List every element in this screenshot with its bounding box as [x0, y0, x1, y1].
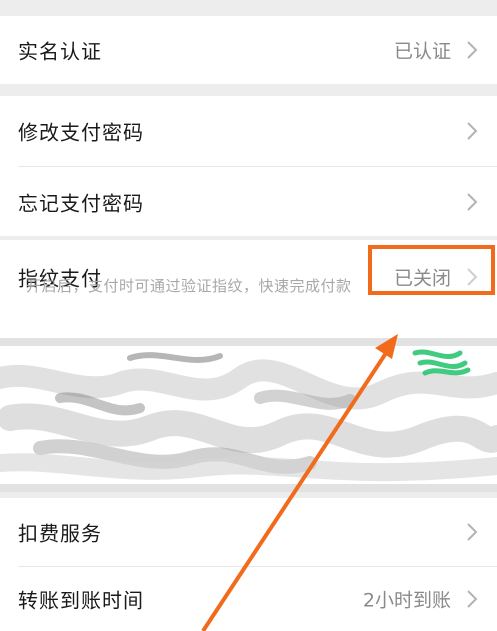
- row-forget-password[interactable]: 忘记支付密码: [0, 167, 497, 236]
- chevron-right-icon: [467, 41, 478, 59]
- section-identity: 实名认证 已认证: [0, 16, 497, 84]
- realname-label: 实名认证: [18, 39, 102, 64]
- transfer-time-value: 2小时到账: [362, 589, 451, 612]
- row-deduction-service[interactable]: 扣费服务: [0, 498, 497, 566]
- fingerprint-hint: 开启后，支付时可通过验证指纹，快速完成付款: [26, 277, 352, 295]
- row-realname-verification[interactable]: 实名认证 已认证: [0, 16, 497, 84]
- section-password: 修改支付密码 忘记支付密码: [0, 96, 497, 236]
- chevron-right-icon: [467, 590, 478, 608]
- highlight-box: [368, 245, 495, 295]
- transfer-time-label: 转账到账时间: [18, 588, 144, 613]
- forget-password-label: 忘记支付密码: [18, 191, 144, 215]
- row-transfer-time[interactable]: 转账到账时间 2小时到账: [0, 567, 497, 631]
- chevron-right-icon: [467, 122, 478, 140]
- section-services: 扣费服务 转账到账时间 2小时到账: [0, 498, 497, 631]
- chevron-right-icon: [467, 523, 478, 541]
- deduction-label: 扣费服务: [18, 521, 102, 546]
- chevron-right-icon: [467, 192, 478, 211]
- realname-status: 已认证: [393, 40, 451, 63]
- row-modify-password[interactable]: 修改支付密码: [0, 96, 497, 166]
- redacted-scribble: [0, 338, 497, 492]
- modify-password-label: 修改支付密码: [18, 120, 144, 145]
